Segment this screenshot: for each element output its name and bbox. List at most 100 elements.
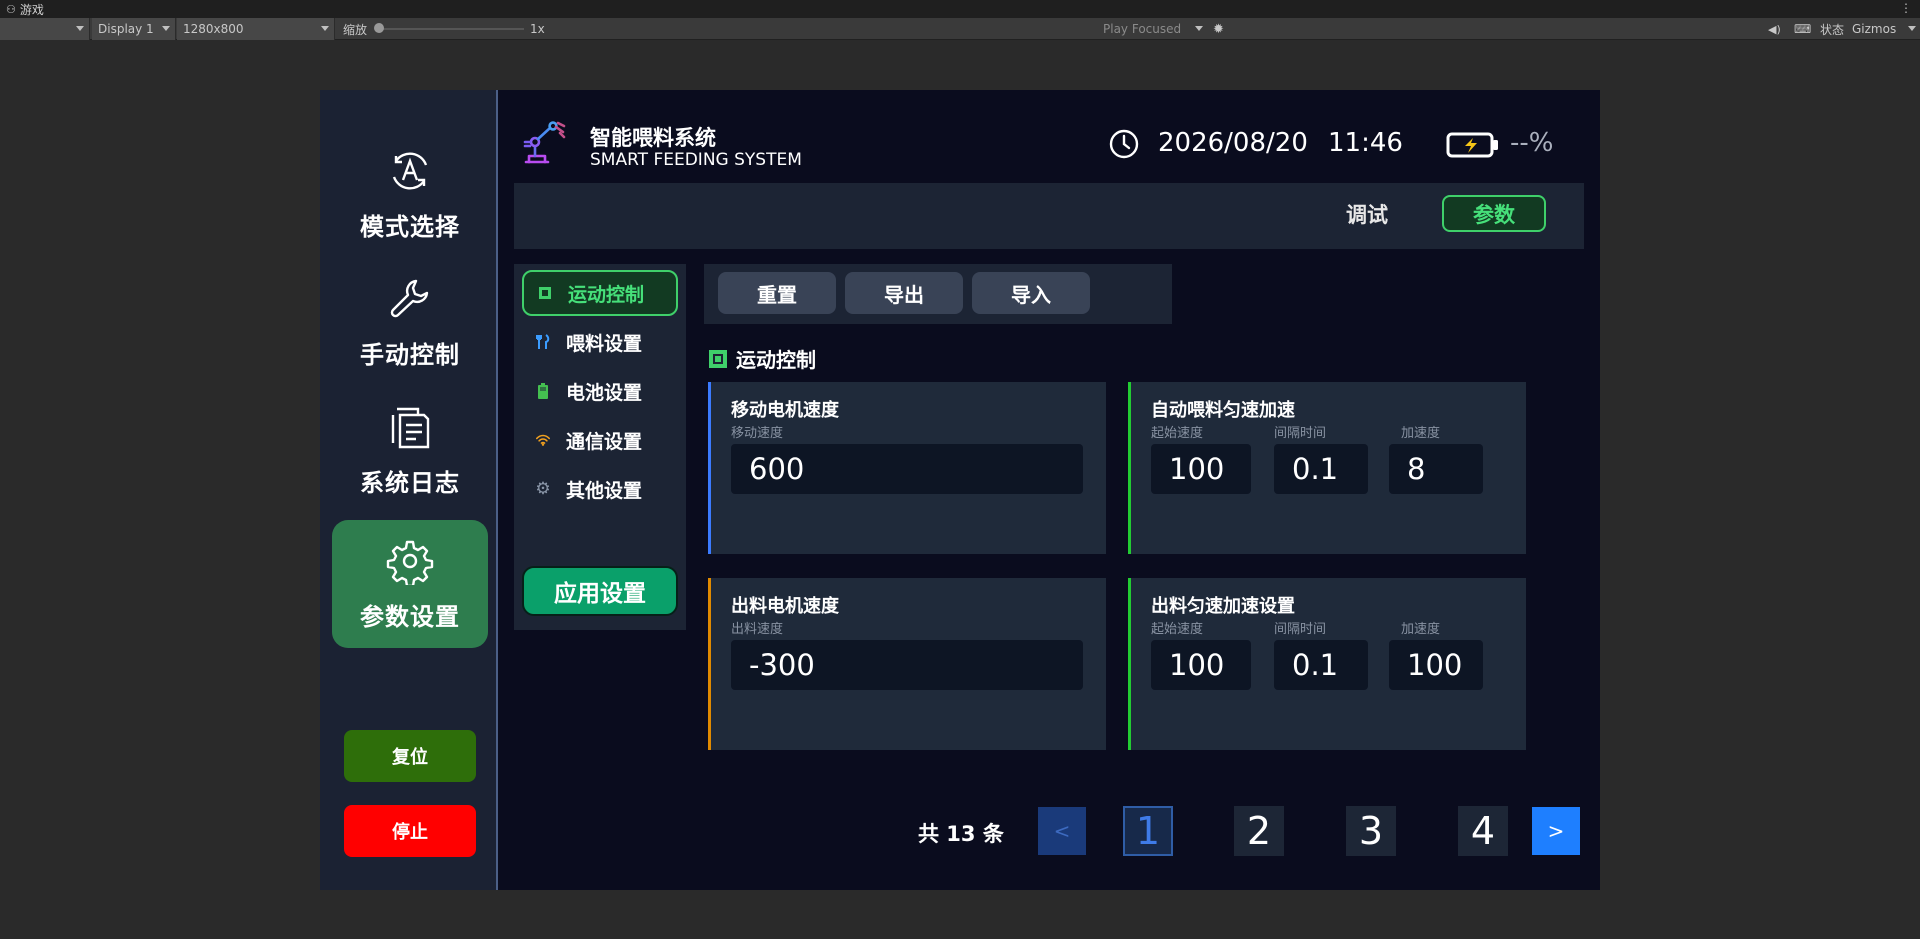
category-panel: 运动控制 喂料设置 电池设置 通信设置 ⚙ 其他设置 应用设置 (514, 264, 686, 630)
game-view-dropdown[interactable] (0, 18, 90, 40)
move-speed-input[interactable]: 600 (731, 444, 1083, 494)
robot-arm-logo-icon (523, 121, 566, 164)
wrench-icon (390, 279, 429, 317)
category-other-settings[interactable]: ⚙ 其他设置 (522, 466, 678, 512)
card-title: 出料电机速度 (731, 596, 839, 617)
page-button-3[interactable]: 3 (1346, 806, 1396, 856)
game-view: 模式选择 手动控制 系统日志 参数设置 复位 停止 智能喂料系统 SMART F… (320, 90, 1600, 890)
category-label: 运动控制 (568, 283, 645, 306)
main-content: 智能喂料系统 SMART FEEDING SYSTEM 2026/08/20 1… (498, 90, 1600, 890)
editor-tab-title[interactable]: 游戏 (20, 1, 44, 18)
category-battery-settings[interactable]: 电池设置 (522, 368, 678, 414)
sidebar-item-label: 手动控制 (360, 340, 460, 369)
category-motion-control[interactable]: 运动控制 (522, 270, 678, 316)
field-label: 间隔时间 (1274, 622, 1327, 637)
page-button-2[interactable]: 2 (1234, 806, 1284, 856)
resolution-label: 1280x800 (183, 22, 244, 36)
category-label: 喂料设置 (566, 332, 643, 355)
apply-settings-button[interactable]: 应用设置 (522, 566, 678, 616)
sidebar-item-manual-control[interactable]: 手动控制 (332, 258, 488, 386)
sidebar-item-parameter-settings[interactable]: 参数设置 (332, 520, 488, 648)
category-label: 通信设置 (566, 430, 643, 453)
acceleration-input[interactable]: 100 (1389, 640, 1483, 690)
wifi-icon (536, 433, 550, 447)
import-button[interactable]: 导入 (972, 272, 1090, 314)
play-mode-label: Play Focused (1103, 22, 1182, 36)
card-move-motor-speed: 移动电机速度 移动速度 600 (708, 382, 1106, 554)
card-title: 移动电机速度 (731, 400, 839, 421)
gear-icon (386, 540, 434, 585)
field-label: 移动速度 (731, 426, 784, 441)
sidebar-item-label: 模式选择 (360, 212, 460, 241)
section-title: 运动控制 (708, 344, 816, 373)
sidebar-item-mode-select[interactable]: 模式选择 (332, 130, 488, 258)
tab-debug[interactable]: 调试 (1346, 199, 1388, 229)
gizmos-dropdown[interactable]: Gizmos (1852, 18, 1918, 40)
prev-page-button[interactable]: < (1038, 807, 1086, 855)
start-speed-input[interactable]: 100 (1151, 640, 1251, 690)
total-count: 共 13 条 (918, 822, 1004, 846)
mute-audio-icon[interactable]: ◀) (1768, 18, 1781, 40)
page-button-4[interactable]: 4 (1458, 806, 1508, 856)
resolution-dropdown[interactable]: 1280x800 (177, 18, 335, 40)
card-discharge-motor-speed: 出料电机速度 出料速度 -300 (708, 578, 1106, 750)
next-page-button[interactable]: > (1532, 807, 1580, 855)
play-mode-dropdown[interactable]: Play Focused (1103, 18, 1205, 40)
keyboard-icon[interactable]: ⌨ (1794, 18, 1811, 40)
discharge-speed-input[interactable]: -300 (731, 640, 1083, 690)
category-communication-settings[interactable]: 通信设置 (522, 417, 678, 463)
bug-icon[interactable]: ✹ (1213, 18, 1224, 40)
display-dropdown[interactable]: Display 1 (92, 18, 176, 40)
editor-title-bar: ⚇ 游戏 ⋮ (0, 0, 1920, 18)
field-label: 间隔时间 (1274, 426, 1327, 441)
reset-params-button[interactable]: 重置 (718, 272, 836, 314)
tab-parameters[interactable]: 参数 (1442, 195, 1546, 232)
sidebar-item-system-log[interactable]: 系统日志 (332, 386, 488, 514)
stop-button[interactable]: 停止 (344, 805, 476, 857)
page-button-1[interactable]: 1 (1123, 806, 1173, 856)
field-label: 加速度 (1401, 622, 1441, 637)
chip-icon (538, 286, 552, 300)
field-label: 起始速度 (1151, 426, 1204, 441)
acceleration-input[interactable]: 8 (1389, 444, 1483, 494)
battery-small-icon (536, 383, 550, 399)
sidebar-item-label: 系统日志 (360, 468, 460, 497)
scale-value: 1x (530, 22, 545, 36)
interval-time-input[interactable]: 0.1 (1274, 640, 1368, 690)
current-time: 11:46 (1328, 128, 1403, 158)
utensils-icon (536, 334, 550, 349)
category-label: 电池设置 (566, 381, 643, 404)
gizmos-label: Gizmos (1852, 22, 1897, 36)
card-discharge-acceleration: 出料匀速加速设置 起始速度 间隔时间 加速度 100 0.1 100 (1128, 578, 1526, 750)
chevron-down-icon (162, 26, 170, 31)
sidebar-item-label: 参数设置 (360, 602, 460, 631)
current-date: 2026/08/20 (1158, 128, 1308, 158)
stats-button[interactable]: 状态 (1820, 18, 1844, 40)
more-options-icon[interactable]: ⋮ (1900, 1, 1912, 15)
chevron-down-icon (76, 26, 84, 31)
auto-mode-icon (392, 151, 428, 190)
interval-time-input[interactable]: 0.1 (1274, 444, 1368, 494)
category-label: 其他设置 (566, 479, 643, 502)
clock-icon (1109, 129, 1139, 159)
field-label: 加速度 (1401, 426, 1441, 441)
export-button[interactable]: 导出 (845, 272, 963, 314)
top-tab-bar: 调试 参数 (514, 183, 1584, 249)
card-title: 自动喂料匀速加速 (1151, 400, 1295, 421)
section-title-text: 运动控制 (736, 348, 816, 372)
gamepad-icon: ⚇ (6, 2, 16, 16)
gear-small-icon: ⚙ (535, 479, 551, 499)
scale-label: 缩放 (343, 22, 368, 37)
battery-percentage: --% (1510, 128, 1554, 158)
editor-toolbar: Display 1 1280x800 缩放 1x Play Focused ✹ … (0, 18, 1920, 40)
document-icon (391, 407, 430, 448)
chevron-down-icon (1908, 26, 1916, 31)
category-feeding-settings[interactable]: 喂料设置 (522, 319, 678, 365)
start-speed-input[interactable]: 100 (1151, 444, 1251, 494)
reset-button[interactable]: 复位 (344, 730, 476, 782)
scale-slider-handle[interactable] (374, 23, 384, 33)
scale-slider-track[interactable] (378, 28, 524, 30)
chip-icon (709, 349, 727, 368)
card-title: 出料匀速加速设置 (1151, 596, 1295, 617)
display-label: Display 1 (98, 22, 154, 36)
